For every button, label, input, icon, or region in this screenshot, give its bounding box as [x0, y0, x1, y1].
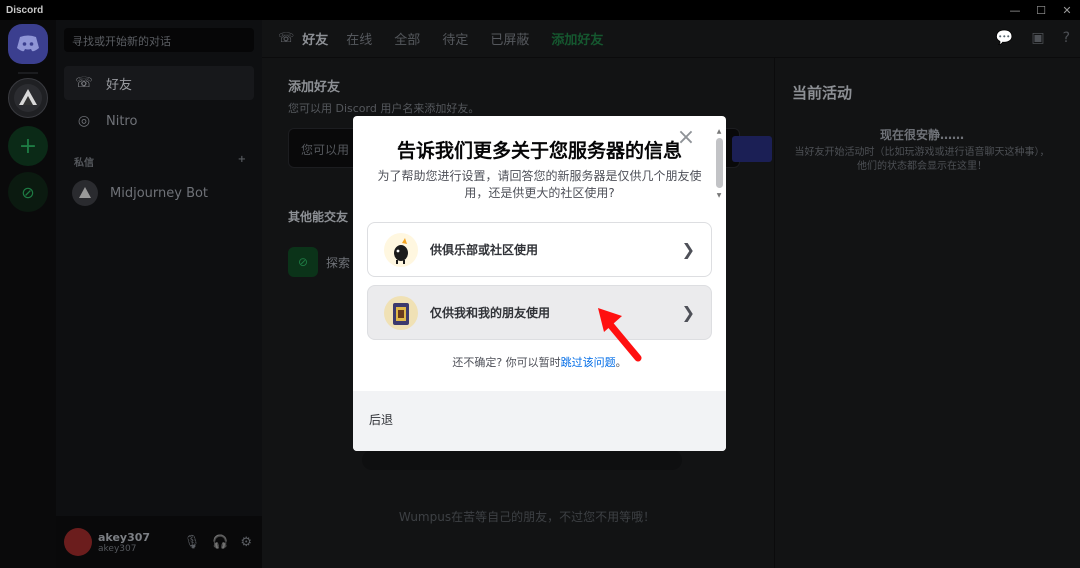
tab-blocked[interactable]: 已屏蔽 [490, 29, 529, 48]
window-controls: — ☐ ✕ [1008, 0, 1074, 20]
option-label: 仅供我和我的朋友使用 [430, 306, 551, 320]
option-me-and-friends[interactable]: 仅供我和我的朋友使用 ❯ [367, 285, 712, 340]
new-group-dm-icon[interactable]: 💬 [996, 30, 1013, 46]
window-titlebar: Discord — ☐ ✕ [0, 0, 1080, 20]
sidebar-item-label: 好友 [106, 77, 133, 93]
skip-hint: 还不确定? 你可以暂时跳过该问题。 [369, 354, 710, 370]
friends-icon: ☏ [278, 31, 295, 46]
send-request-button[interactable] [732, 136, 772, 162]
modal-footer: 后退 [353, 391, 726, 451]
dm-header-label: 私信 [74, 158, 94, 169]
server-avatar-icon [14, 84, 42, 112]
scroll-down-icon[interactable]: ▼ [714, 192, 724, 200]
maximize-icon[interactable]: ☐ [1034, 4, 1048, 17]
dm-sidebar: 寻找或开始新的对话 ☏ 好友 ◎ Nitro 私信 + Midjourney B… [56, 20, 262, 568]
scroll-up-icon[interactable]: ▲ [714, 128, 724, 136]
activity-title: 当前活动 [792, 84, 853, 102]
help-icon[interactable]: ? [1063, 30, 1070, 46]
dm-name: Midjourney Bot [110, 185, 209, 201]
microphone-icon[interactable]: 🎙 [184, 535, 201, 550]
topbar-icons: 💬 ▣ ? [996, 30, 1070, 46]
tab-add-friend[interactable]: 添加好友 [551, 29, 603, 48]
close-window-icon[interactable]: ✕ [1060, 4, 1074, 17]
other-places-title: 其他能交友 [288, 210, 349, 224]
annotation-arrow-icon [598, 308, 642, 362]
plus-icon: + [18, 133, 38, 159]
create-dm-icon[interactable]: + [238, 154, 246, 169]
friends-icon: ☏ [75, 75, 93, 91]
add-friend-desc: 您可以用 Discord 用户名来添加好友。 [288, 102, 480, 115]
server-purpose-modal: ▲ ▼ × 告诉我们更多关于您服务器的信息 为了帮助您进行设置，请回答您的新服务… [353, 116, 726, 451]
friends-topbar: ☏ 好友 在线 全部 待定 已屏蔽 添加好友 💬 ▣ ? [262, 20, 1080, 58]
wumpus-text: Wumpus在苦等自己的朋友，不过您不用等哦！ [398, 510, 656, 524]
sidebar-item-friends[interactable]: ☏ 好友 [64, 66, 254, 100]
explore-servers-button[interactable]: ⊘ [8, 172, 48, 212]
tab-online[interactable]: 在线 [346, 29, 372, 48]
user-controls: 🎙 🎧 ⚙ [184, 535, 252, 550]
server-rail: + ⊘ [0, 20, 56, 568]
username: akey307 [98, 530, 151, 544]
inbox-icon[interactable]: ▣ [1031, 30, 1044, 46]
add-server-button[interactable]: + [8, 126, 48, 166]
tab-pending[interactable]: 待定 [442, 29, 468, 48]
headphones-icon[interactable]: 🎧 [212, 535, 228, 550]
activity-desc: 当好友开始活动时（比如玩游戏或进行语音聊天这种事），他们的状态都会显示在这里！ [794, 147, 1050, 172]
user-tag: akey307 [98, 543, 137, 554]
friends-group-icon [384, 295, 418, 330]
sidebar-item-label: Nitro [106, 113, 138, 129]
home-button[interactable] [8, 24, 48, 64]
rail-separator [18, 72, 38, 74]
nitro-icon: ◎ [77, 113, 91, 129]
midjourney-avatar-icon [79, 187, 91, 198]
option-club-community[interactable]: 供俱乐部或社区使用 ❯ [367, 222, 712, 277]
compass-icon: ⊘ [288, 247, 318, 277]
server-icon-button[interactable] [8, 78, 48, 118]
app-title: Discord [6, 4, 44, 16]
modal-scrollbar[interactable]: ▲ ▼ [714, 128, 724, 200]
wumpus-illustration [362, 450, 682, 470]
modal-description: 为了帮助您进行设置，请回答您的新服务器是仅供几个朋友使用，还是供更大的社区使用? [377, 169, 702, 200]
page-title: 好友 [302, 33, 329, 48]
chevron-right-icon: ❯ [681, 303, 695, 322]
user-meta: akey307 akey307 [98, 531, 150, 554]
back-button[interactable]: 后退 [369, 411, 393, 428]
search-input[interactable]: 寻找或开始新的对话 [64, 28, 254, 52]
avatar [72, 180, 98, 206]
option-label: 供俱乐部或社区使用 [430, 243, 539, 257]
sidebar-item-nitro[interactable]: ◎ Nitro [64, 104, 254, 138]
compass-icon: ⊘ [21, 182, 35, 202]
tab-all[interactable]: 全部 [394, 29, 420, 48]
scroll-thumb[interactable] [716, 138, 723, 188]
club-community-icon [384, 232, 418, 267]
user-avatar[interactable] [64, 528, 92, 556]
gear-icon[interactable]: ⚙ [240, 535, 252, 550]
modal-title: 告诉我们更多关于您服务器的信息 [396, 140, 682, 162]
activity-divider [774, 58, 775, 568]
skip-hint-prefix: 还不确定? 你可以暂时 [452, 356, 561, 369]
dm-item-midjourney[interactable]: Midjourney Bot [64, 176, 254, 210]
discord-logo-icon [17, 35, 39, 52]
explore-label: 探索 [326, 255, 351, 270]
dm-header: 私信 + [74, 154, 246, 169]
add-friend-title: 添加好友 [288, 80, 341, 95]
minimize-icon[interactable]: — [1008, 4, 1022, 17]
activity-quiet: 现在很安静…… [879, 128, 964, 142]
chevron-right-icon: ❯ [681, 240, 695, 259]
user-panel: akey307 akey307 🎙 🎧 ⚙ [56, 516, 262, 568]
